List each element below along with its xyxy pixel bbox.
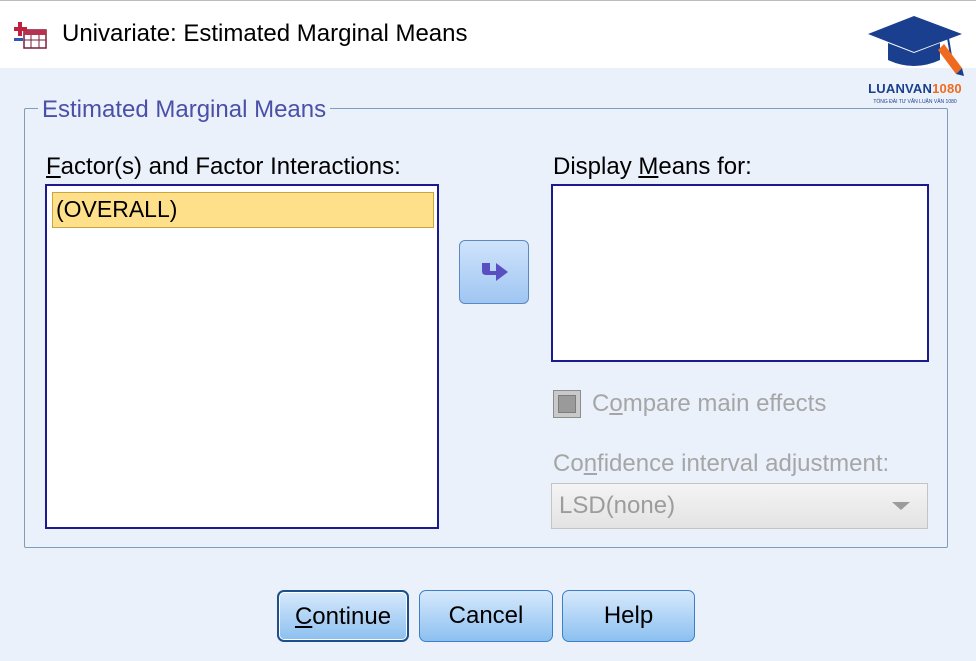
help-button[interactable]: Help bbox=[562, 590, 695, 642]
factors-label-mnemonic: F bbox=[46, 153, 61, 180]
ci-adjustment-label: Confidence interval adjustment: bbox=[553, 450, 889, 478]
logo-brand-part1: LUANVAN bbox=[868, 81, 933, 96]
continue-label: ontinue bbox=[312, 603, 392, 630]
continue-mnemonic: C bbox=[294, 603, 313, 630]
display-means-label: Display Means for: bbox=[553, 153, 752, 181]
logo-brand: LUANVAN1080 bbox=[858, 81, 972, 96]
compare-main-effects-label: Compare main effects bbox=[592, 390, 826, 418]
compare-label-text: mpare main effects bbox=[622, 390, 827, 417]
factors-label-text: actor(s) and Factor Interactions: bbox=[60, 153, 401, 180]
watermark-logo: LUANVAN1080 TỔNG ĐÀI TƯ VẤN LUẬN VĂN 108… bbox=[858, 10, 972, 110]
ci-label-text: fidence interval adjustment: bbox=[597, 450, 890, 477]
chevron-down-icon bbox=[892, 502, 910, 510]
compare-main-effects-checkbox[interactable] bbox=[553, 390, 581, 418]
graduation-cap-icon bbox=[868, 16, 964, 76]
display-means-label-prefix: Display bbox=[553, 153, 639, 180]
title-bar: Univariate: Estimated Marginal Means bbox=[0, 0, 976, 68]
right-arrow-icon bbox=[482, 263, 508, 281]
continue-button[interactable]: Continue bbox=[277, 590, 409, 642]
cancel-button[interactable]: Cancel bbox=[419, 590, 553, 642]
checkbox-fill bbox=[558, 395, 576, 413]
ci-adjustment-dropdown[interactable]: LSD(none) bbox=[551, 483, 928, 529]
compare-label-mnemonic: o bbox=[609, 390, 623, 417]
display-means-listbox[interactable] bbox=[551, 184, 929, 362]
group-legend: Estimated Marginal Means bbox=[38, 96, 331, 124]
window-title: Univariate: Estimated Marginal Means bbox=[62, 20, 468, 47]
factors-label: Factor(s) and Factor Interactions: bbox=[46, 153, 401, 181]
logo-tagline: TỔNG ĐÀI TƯ VẤN LUẬN VĂN 1080 bbox=[873, 99, 957, 105]
display-means-label-mnemonic: M bbox=[638, 153, 659, 180]
spss-dialog-icon bbox=[14, 22, 47, 49]
display-means-label-text: eans for: bbox=[658, 153, 752, 180]
ci-label-mnemonic: n bbox=[583, 450, 598, 477]
ci-label-prefix: Co bbox=[553, 450, 584, 477]
list-item-overall[interactable]: (OVERALL) bbox=[52, 192, 434, 228]
logo-brand-part2: 1080 bbox=[932, 81, 962, 96]
ci-adjustment-selected: LSD(none) bbox=[559, 492, 676, 519]
title-bar-top-border bbox=[0, 0, 976, 1]
factors-listbox[interactable]: (OVERALL) bbox=[45, 184, 439, 529]
compare-label-prefix: C bbox=[592, 390, 610, 417]
move-to-display-means-button[interactable] bbox=[459, 240, 529, 304]
